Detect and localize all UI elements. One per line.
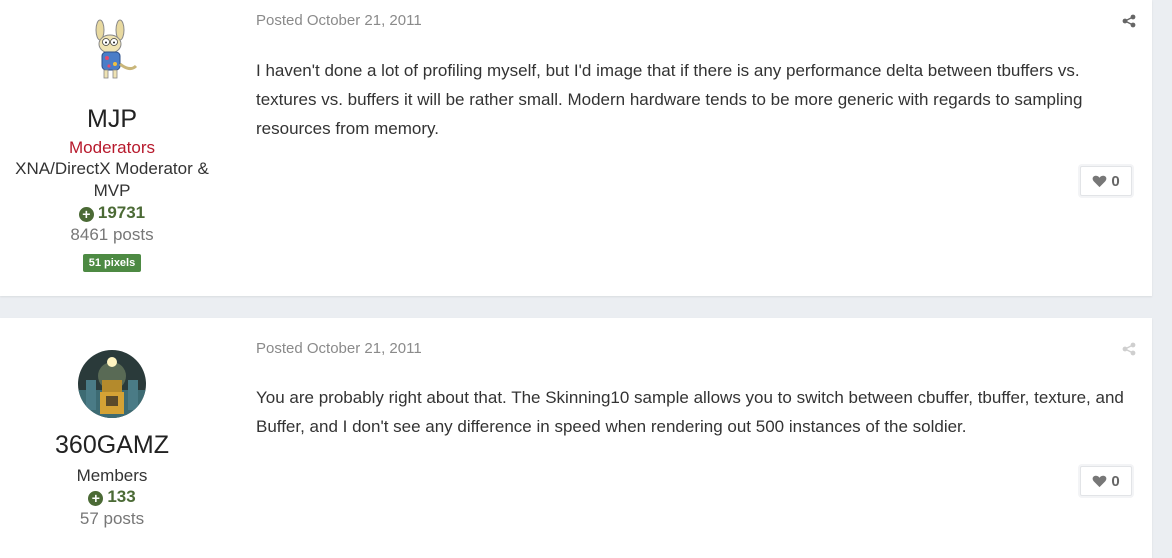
plus-icon: + xyxy=(78,207,94,222)
post-count: 57 posts xyxy=(79,509,145,528)
post-content: You are probably right about that. The S… xyxy=(256,388,1124,436)
like-count: 0 xyxy=(1111,472,1120,490)
post-date[interactable]: Posted October 21, 2011 xyxy=(256,340,422,357)
avatar-soldier-icon[interactable] xyxy=(78,350,146,418)
like-count: 0 xyxy=(1111,172,1120,190)
heart-icon xyxy=(1092,175,1107,187)
share-icon[interactable] xyxy=(1122,14,1136,28)
user-group: Moderators xyxy=(69,138,155,157)
post-mjp: MJP Moderators XNA/DirectX Moderator & M… xyxy=(0,0,1152,296)
post-date[interactable]: Posted October 21, 2011 xyxy=(256,12,422,29)
author-panel: 360GAMZ Members +133 57 posts xyxy=(0,318,224,530)
plus-icon: + xyxy=(88,491,104,506)
share-icon[interactable] xyxy=(1122,342,1136,356)
post-count: 8461 posts xyxy=(70,225,154,244)
username[interactable]: 360GAMZ xyxy=(0,430,224,460)
post-content: I haven't done a lot of profiling myself… xyxy=(256,61,1083,138)
reputation: +133 xyxy=(0,486,224,508)
reputation-value: 133 xyxy=(107,487,136,506)
like-button[interactable]: 0 xyxy=(1080,466,1132,496)
post-360gamz: 360GAMZ Members +133 57 posts Posted Oct… xyxy=(0,318,1152,558)
author-panel: MJP Moderators XNA/DirectX Moderator & M… xyxy=(0,0,224,272)
rank-badge: 51 pixels xyxy=(82,254,142,272)
user-title: XNA/DirectX Moderator & MVP xyxy=(15,159,209,200)
avatar-rocko-icon[interactable] xyxy=(78,14,146,82)
reputation: +19731 xyxy=(0,202,224,224)
like-button[interactable]: 0 xyxy=(1080,166,1132,196)
heart-icon xyxy=(1092,475,1107,487)
reputation-value: 19731 xyxy=(97,203,146,222)
user-group: Members xyxy=(76,466,148,485)
username[interactable]: MJP xyxy=(0,104,224,134)
